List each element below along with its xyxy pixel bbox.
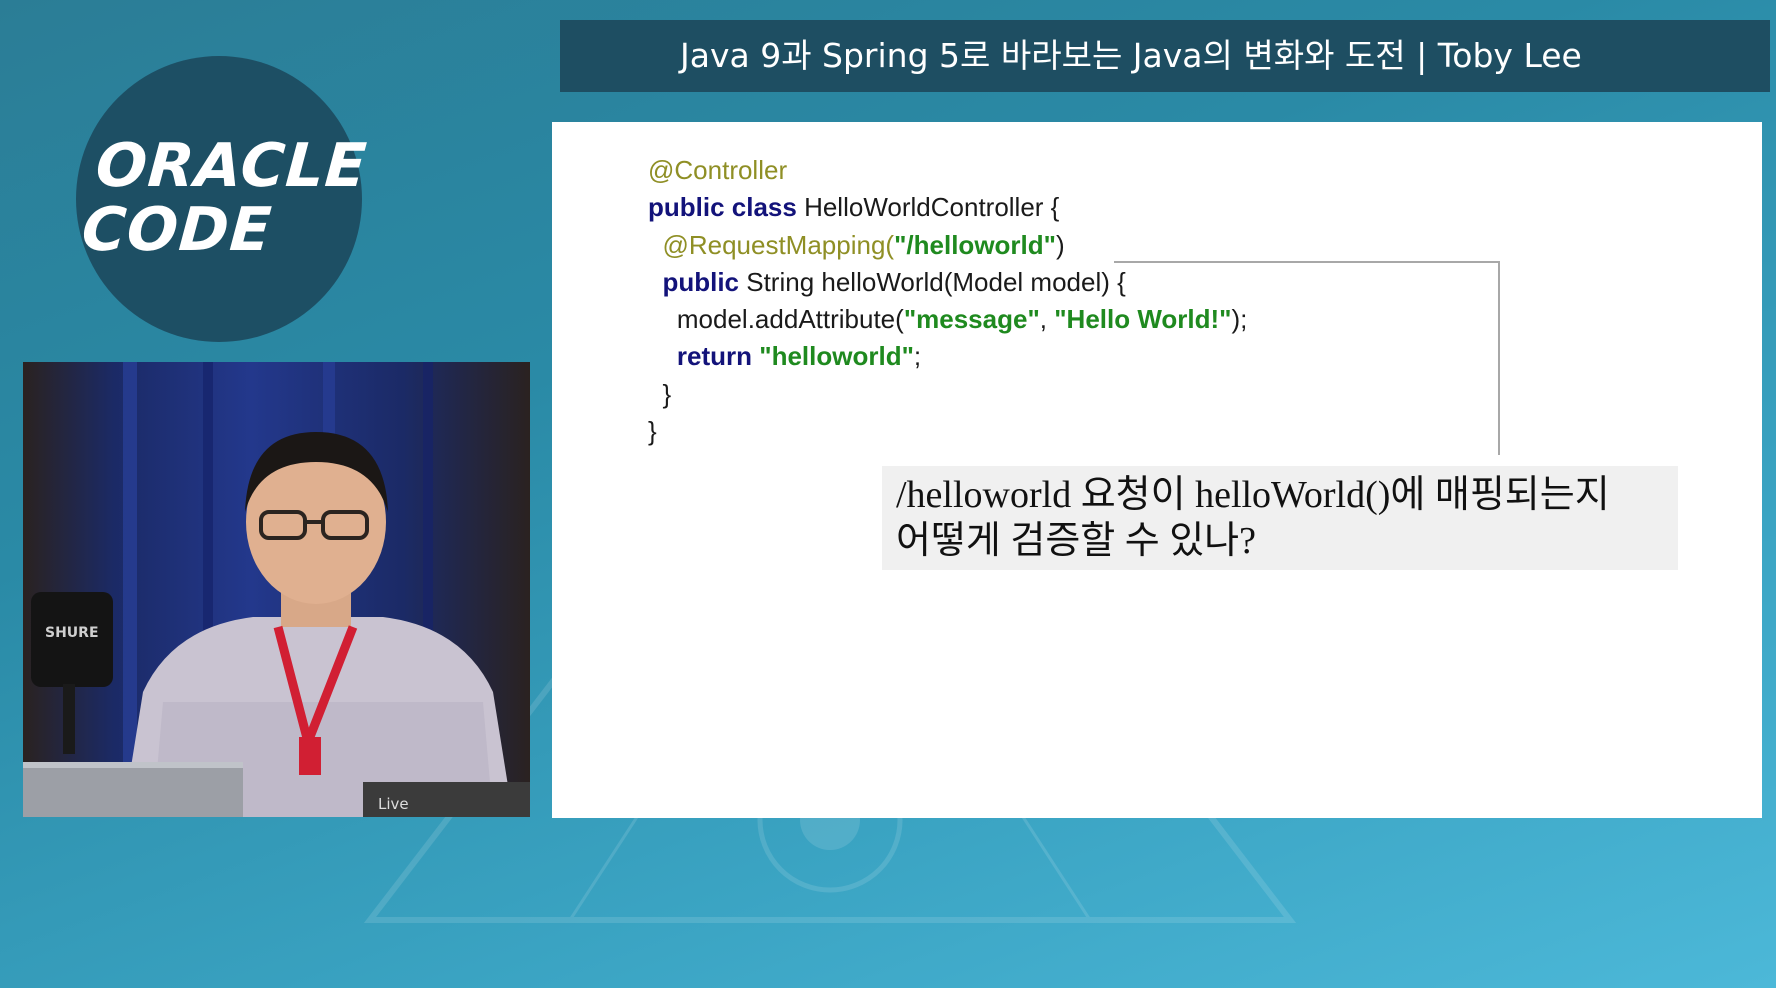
code-token: public xyxy=(662,266,740,297)
callout-text: /helloworld 요청이 helloWorld()에 매핑되는지 어떻게 검… xyxy=(896,472,1610,564)
slide: @Controller public class HelloWorldContro… xyxy=(552,122,1762,818)
code-token: public class xyxy=(648,192,797,223)
microphone-icon: SHURE xyxy=(31,592,113,754)
code-token: HelloWorldController { xyxy=(796,192,1060,223)
callout-connector-vertical xyxy=(1498,261,1500,455)
code-token: "/helloworld" xyxy=(894,229,1056,260)
speaker-video-frame: SHURE Live xyxy=(23,362,530,817)
code-line: model.addAttribute("message", "Hello Wor… xyxy=(648,301,1248,338)
callout-line: /helloworld 요청이 helloWorld()에 매핑되는지 xyxy=(896,474,1610,516)
logo-text-code: CODE xyxy=(79,195,275,265)
code-token: String helloWorld(Model model) { xyxy=(739,266,1126,297)
code-snippet: @Controller public class HelloWorldContro… xyxy=(648,152,1247,450)
code-token: return xyxy=(676,341,753,372)
code-token: @RequestMapping( xyxy=(662,229,895,260)
code-token: , xyxy=(1039,304,1055,335)
code-token: } xyxy=(648,378,672,409)
laptop-right: Live xyxy=(363,782,530,817)
code-line: public class HelloWorldController { xyxy=(648,189,1247,226)
laptop-left xyxy=(23,762,243,817)
talk-title: Java 9과 Spring 5로 바라보는 Java의 변화와 도전 | To… xyxy=(680,36,1582,75)
logo-text-oracle: ORACLE xyxy=(93,131,370,201)
code-line: @RequestMapping("/helloworld") xyxy=(648,227,1247,264)
callout-line: 어떻게 검증할 수 있나? xyxy=(896,520,1257,562)
callout-connector-horizontal xyxy=(1114,261,1500,263)
code-line: } xyxy=(648,376,1247,413)
code-token: ) xyxy=(1055,229,1065,260)
speaker-person xyxy=(123,432,513,817)
code-token: } xyxy=(648,416,657,447)
code-token: "helloworld" xyxy=(759,341,914,372)
speaker-video: SHURE Live xyxy=(23,362,530,817)
code-line: public String helloWorld(Model model) { xyxy=(648,264,1247,301)
code-token: model.addAttribute( xyxy=(648,304,904,335)
laptop-sticker-label: Live xyxy=(378,795,409,813)
code-token: "message" xyxy=(903,304,1040,335)
code-token: "Hello World!" xyxy=(1054,304,1232,335)
code-line: return "helloworld"; xyxy=(648,338,1247,375)
code-line: @Controller xyxy=(648,152,1247,189)
code-line: } xyxy=(648,413,1247,450)
code-token: ; xyxy=(913,341,922,372)
code-token: ); xyxy=(1231,304,1248,335)
code-token: @Controller xyxy=(648,155,788,185)
mic-brand-label: SHURE xyxy=(45,625,99,641)
callout-box: /helloworld 요청이 helloWorld()에 매핑되는지 어떻게 검… xyxy=(882,466,1678,570)
